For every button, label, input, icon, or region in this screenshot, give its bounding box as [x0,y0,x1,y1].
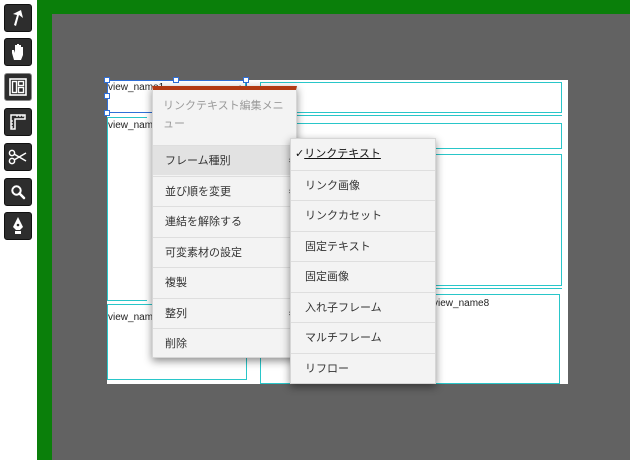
arrow-select-icon [13,10,23,26]
menu-item-label: 複製 [165,276,187,289]
submenu-item-label: リンク画像 [305,179,360,192]
submenu-item-label: 固定テキスト [305,240,371,253]
submenu-item-label: マルチフレーム [305,331,382,344]
scissors-icon [8,149,27,165]
submenu-item-nested-frame[interactable]: 入れ子フレーム [291,292,435,322]
menu-item-delete[interactable]: 削除 [153,328,296,358]
frame-label: view_name [108,312,159,323]
menu-item-variable-material[interactable]: 可変素材の設定 [153,237,296,267]
submenu-item-fixed-image[interactable]: 固定画像 [291,261,435,291]
resize-handle[interactable] [243,77,249,83]
zoom-tool-button[interactable] [4,178,32,206]
submenu-item-fixed-text[interactable]: 固定テキスト [291,231,435,261]
menu-item-unlink[interactable]: 連結を解除する [153,206,296,236]
menu-item-label: 可変素材の設定 [165,246,242,259]
submenu-item-reflow[interactable]: リフロー [291,353,435,383]
menu-item-label: 削除 [165,337,187,350]
ruler-icon [10,114,26,130]
submenu-item-multi-frame[interactable]: マルチフレーム [291,322,435,352]
context-menu-title: リンクテキスト編集メニュー [163,99,284,130]
submenu-item-link-image[interactable]: リンク画像 [291,170,435,200]
submenu-item-label: リフロー [305,362,349,375]
frame-type-submenu: ✓リンクテキスト リンク画像 リンクカセット 固定テキスト 固定画像 入れ子フレ… [290,138,436,384]
hand-pan-icon [12,44,23,60]
menu-item-frame-type[interactable]: フレーム種別 › [153,145,296,175]
scissors-tool-button[interactable] [4,143,32,171]
menu-item-align[interactable]: 整列 › [153,298,296,328]
ruler-tool-button[interactable] [4,108,32,136]
resize-handle[interactable] [104,77,110,83]
menu-item-label: 並び順を変更 [165,185,231,198]
frame-tool-button[interactable] [4,73,32,101]
tool-palette [0,0,37,460]
select-tool-button[interactable] [4,4,32,32]
frame-layout-icon [9,78,27,96]
frame-view-name2[interactable]: view_name2 [107,117,164,301]
menu-item-label: 整列 [165,307,187,320]
resize-handle[interactable] [173,77,179,83]
menu-item-duplicate[interactable]: 複製 [153,267,296,297]
submenu-item-label: 入れ子フレーム [305,301,382,314]
pen-tool-button[interactable] [4,212,32,240]
menu-item-reorder[interactable]: 並び順を変更 › [153,176,296,206]
submenu-item-label: リンクカセット [305,209,382,222]
frame-view-name4[interactable]: view_name4 [234,82,562,113]
magnifier-zoom-icon [11,185,26,200]
checkmark-icon: ✓ [295,147,305,160]
resize-handle[interactable] [104,110,110,116]
context-menu: リンクテキスト編集メニュー フレーム種別 › 並び順を変更 › 連結を解除する … [152,86,297,358]
menu-item-label: 連結を解除する [165,215,242,228]
submenu-item-label: リンクテキスト [304,147,381,160]
resize-handle[interactable] [104,93,110,99]
submenu-item-label: 固定画像 [305,270,349,283]
pen-nib-icon [13,217,23,234]
submenu-item-link-text[interactable]: ✓リンクテキスト [291,139,435,169]
submenu-item-link-cassette[interactable]: リンクカセット [291,200,435,230]
frame-label: view_name8 [433,298,490,309]
menu-item-label: フレーム種別 [165,154,231,167]
hand-tool-button[interactable] [4,38,32,66]
